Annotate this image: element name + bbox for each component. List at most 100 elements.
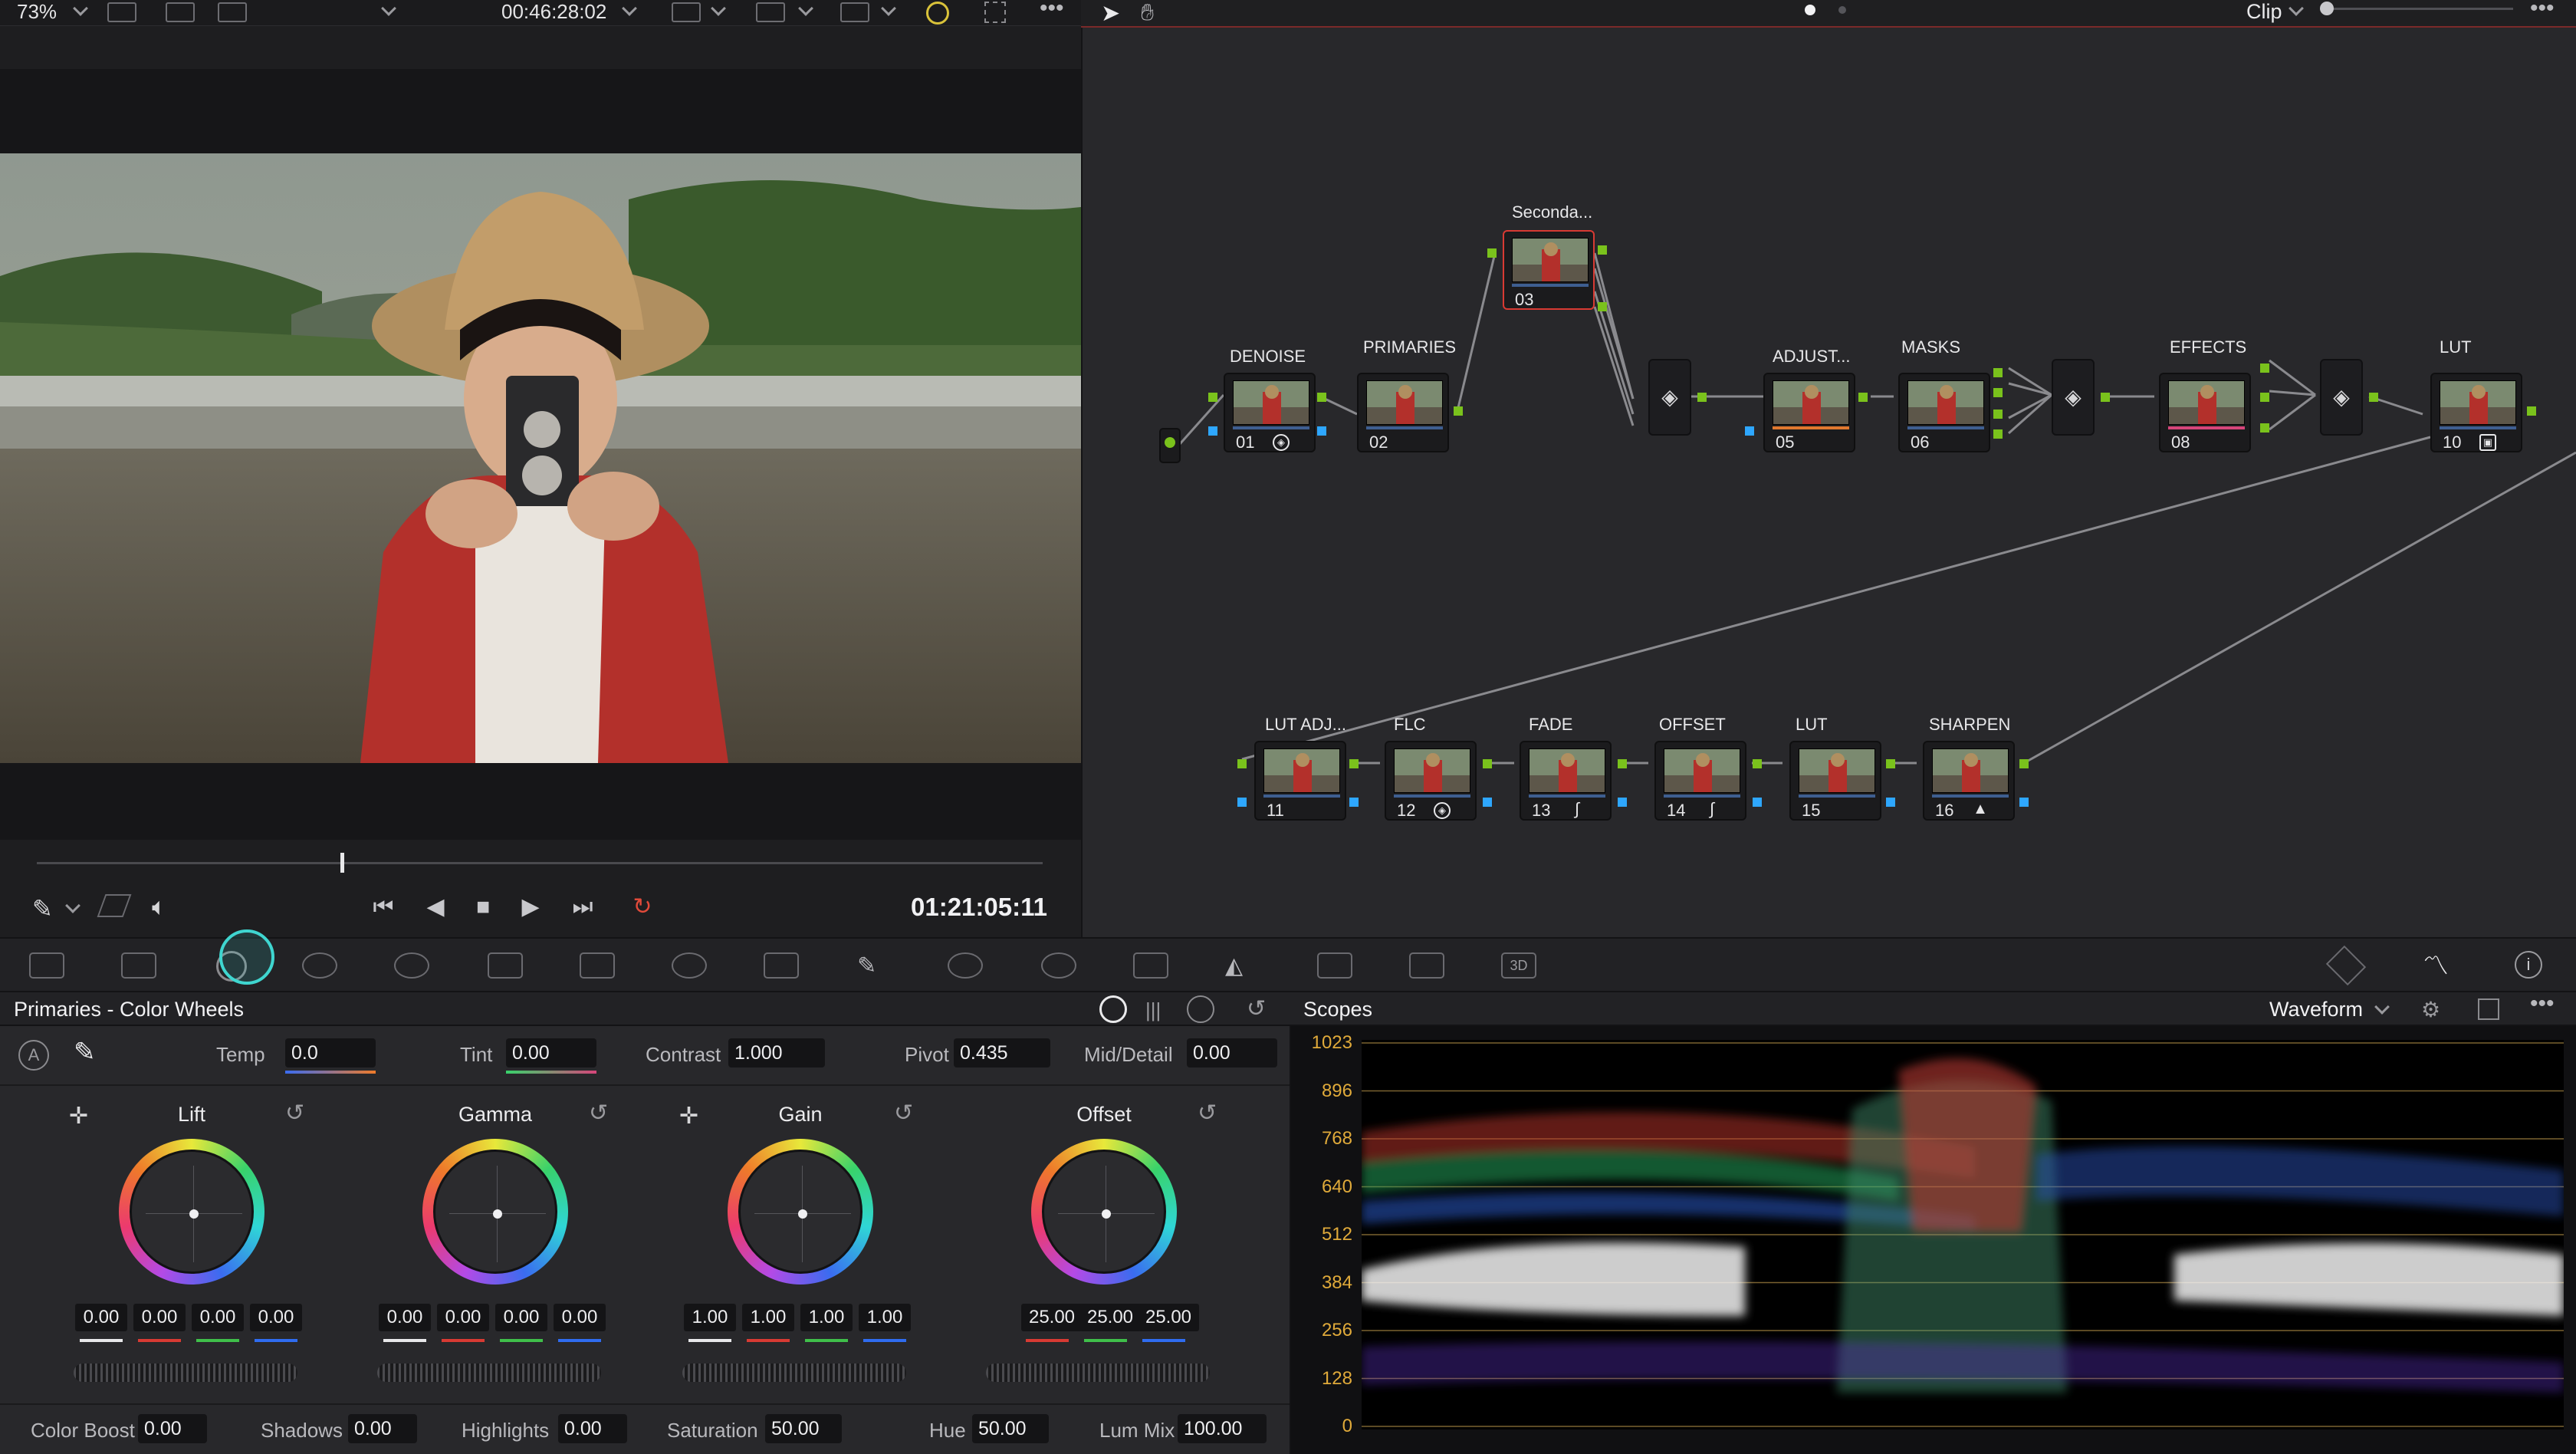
key-output-port-icon[interactable] xyxy=(1317,426,1326,436)
lum-mix-input[interactable]: 100.00 xyxy=(1178,1414,1267,1443)
master-wheel-lift[interactable] xyxy=(74,1364,297,1382)
key-output-port-icon[interactable] xyxy=(1753,798,1762,807)
saturation-input[interactable]: 50.00 xyxy=(765,1414,842,1443)
reset-all-icon[interactable]: ↺ xyxy=(1247,995,1273,1021)
wheel-reset-icon[interactable]: ↺ xyxy=(285,1100,304,1127)
node-15[interactable]: 15 xyxy=(1789,741,1881,821)
camera-raw-icon[interactable] xyxy=(29,952,64,979)
input-port-icon[interactable] xyxy=(1208,393,1217,402)
highlights-input[interactable]: 0.00 xyxy=(558,1414,627,1443)
window-icon[interactable] xyxy=(948,952,983,979)
scope-expand-icon[interactable] xyxy=(2478,998,2499,1020)
wheel-value[interactable]: 1.00 xyxy=(742,1304,794,1331)
sizing-icon[interactable] xyxy=(1409,952,1444,979)
color-wheel-lift[interactable] xyxy=(119,1139,264,1285)
node-12[interactable]: 12 ◈ xyxy=(1385,741,1477,821)
3d-icon[interactable]: 3D xyxy=(1501,952,1536,979)
info-icon[interactable]: i xyxy=(2515,951,2542,979)
curves-palette-icon[interactable] xyxy=(580,952,615,979)
layer-mixer-node-3[interactable]: ◈ xyxy=(2320,359,2363,436)
output-port-icon[interactable] xyxy=(2260,423,2269,433)
scope-settings-icon[interactable]: ⚙ xyxy=(2421,997,2440,1022)
wheel-value[interactable]: 25.00 xyxy=(1021,1304,1083,1331)
hdr-wheels-icon[interactable] xyxy=(302,952,337,979)
lift-picker-icon[interactable]: ✛ xyxy=(69,1103,88,1130)
rgb-mixer-icon[interactable] xyxy=(394,952,429,979)
master-wheel-gain[interactable] xyxy=(682,1364,906,1382)
node-14[interactable]: 14 ∫ xyxy=(1654,741,1746,821)
wheel-value[interactable]: 25.00 xyxy=(1079,1304,1141,1331)
color-wheel-gamma[interactable] xyxy=(422,1139,568,1285)
node-16[interactable]: 16 ▲ xyxy=(1923,741,2015,821)
node-05[interactable]: 05 xyxy=(1763,373,1855,452)
tint-input[interactable]: 0.00 xyxy=(506,1038,596,1067)
color-boost-input[interactable]: 0.00 xyxy=(138,1414,207,1443)
pivot-input[interactable]: 0.435 xyxy=(954,1038,1050,1067)
color-wheels-mode-icon[interactable] xyxy=(1099,995,1127,1023)
node-10[interactable]: 10 ▣ xyxy=(2430,373,2522,452)
color-wheel-offset[interactable] xyxy=(1031,1139,1177,1285)
white-balance-picker-icon[interactable]: ✎ xyxy=(74,1037,96,1067)
layer-mixer-node-1[interactable]: ◈ xyxy=(1648,359,1691,436)
key-input-port-icon[interactable] xyxy=(1237,798,1247,807)
key-output-port-icon[interactable] xyxy=(1886,798,1895,807)
output-port-icon[interactable] xyxy=(1993,388,2003,397)
wheel-puck[interactable] xyxy=(798,1209,807,1219)
wheel-value[interactable]: 0.00 xyxy=(75,1304,127,1331)
key-input-port-icon[interactable] xyxy=(1745,426,1754,436)
motion-effects-icon[interactable] xyxy=(488,952,523,979)
wheel-puck[interactable] xyxy=(189,1209,199,1219)
key-output-port-icon[interactable] xyxy=(2019,798,2029,807)
magic-mask-icon[interactable] xyxy=(1133,952,1168,979)
output-port-icon[interactable] xyxy=(2527,406,2536,416)
node-01[interactable]: 01 ◈ xyxy=(1224,373,1316,452)
output-port-icon[interactable] xyxy=(1317,393,1326,402)
wheel-puck[interactable] xyxy=(493,1209,502,1219)
wheel-reset-icon[interactable]: ↺ xyxy=(589,1100,608,1127)
blur-icon[interactable]: ◭ xyxy=(1225,952,1260,979)
node-03[interactable]: 03 xyxy=(1503,230,1595,310)
output-port-icon[interactable] xyxy=(1858,393,1868,402)
log-wheels-icon[interactable] xyxy=(1187,995,1214,1023)
wheel-reset-icon[interactable]: ↺ xyxy=(1198,1100,1217,1127)
output-port-icon[interactable] xyxy=(1886,759,1895,768)
scope-type-select[interactable]: Waveform xyxy=(2269,998,2363,1021)
output-port-icon[interactable] xyxy=(2101,393,2110,402)
wheel-value[interactable]: 25.00 xyxy=(1138,1304,1199,1331)
output-port-icon[interactable] xyxy=(1697,393,1707,402)
scopes-toggle-icon[interactable]: 〽 xyxy=(2423,945,2459,982)
output-port-icon[interactable] xyxy=(2019,759,2029,768)
output-port-icon[interactable] xyxy=(1454,406,1463,416)
mid-detail-input[interactable]: 0.00 xyxy=(1187,1038,1277,1067)
scope-more-icon[interactable]: ••• xyxy=(2530,991,2555,1017)
wheel-value[interactable]: 1.00 xyxy=(800,1304,853,1331)
output-port-icon[interactable] xyxy=(1483,759,1492,768)
wheel-value[interactable]: 0.00 xyxy=(495,1304,547,1331)
output-port-icon[interactable] xyxy=(1993,410,2003,419)
output-port-icon[interactable] xyxy=(1993,368,2003,377)
output-port-icon[interactable] xyxy=(2369,393,2378,402)
output-port-icon[interactable] xyxy=(1993,429,2003,439)
wheel-value[interactable]: 1.00 xyxy=(859,1304,911,1331)
master-wheel-offset[interactable] xyxy=(986,1364,1210,1382)
node-13[interactable]: 13 ∫ xyxy=(1520,741,1612,821)
output-port-icon[interactable] xyxy=(1598,302,1607,311)
color-match-icon[interactable] xyxy=(121,952,156,979)
input-port-icon[interactable] xyxy=(1487,248,1497,258)
wheel-value[interactable]: 0.00 xyxy=(133,1304,186,1331)
output-port-icon[interactable] xyxy=(1618,759,1627,768)
wheel-reset-icon[interactable]: ↺ xyxy=(894,1100,913,1127)
wheel-value[interactable]: 0.00 xyxy=(250,1304,302,1331)
temp-input[interactable]: 0.0 xyxy=(285,1038,376,1067)
output-port-icon[interactable] xyxy=(1753,759,1762,768)
shadows-input[interactable]: 0.00 xyxy=(348,1414,417,1443)
output-port-icon[interactable] xyxy=(1598,245,1607,255)
tracker-icon[interactable] xyxy=(1041,952,1076,979)
contrast-input[interactable]: 1.000 xyxy=(728,1038,825,1067)
node-06[interactable]: 06 xyxy=(1898,373,1990,452)
qualifier-icon[interactable] xyxy=(764,952,799,979)
wheel-value[interactable]: 0.00 xyxy=(437,1304,489,1331)
hue-input[interactable]: 50.00 xyxy=(972,1414,1049,1443)
key-icon[interactable] xyxy=(1317,952,1352,979)
key-output-port-icon[interactable] xyxy=(1618,798,1627,807)
